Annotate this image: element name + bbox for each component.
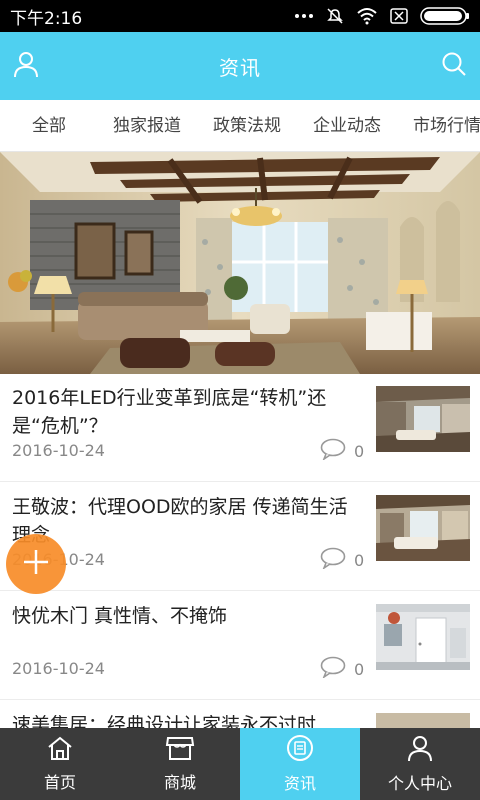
news-thumbnail	[376, 604, 470, 670]
comment-count-value: 0	[354, 441, 365, 461]
wifi-icon	[356, 7, 378, 25]
news-thumbnail	[376, 386, 470, 452]
banner-image[interactable]	[0, 152, 480, 374]
comment-count: 0	[320, 438, 364, 464]
shop-icon	[165, 735, 195, 765]
page-title: 资讯	[219, 55, 261, 80]
more-dots-icon	[294, 13, 314, 19]
add-button[interactable]	[6, 534, 66, 594]
news-item[interactable]: 王敬波：代理OOD欧的家居 传递简生活理念 2016-10-24 0	[0, 483, 480, 591]
nav-home-label: 首页	[43, 773, 76, 792]
nav-news[interactable]: 资讯	[240, 728, 360, 800]
tab-all[interactable]: 全部	[32, 100, 66, 151]
nav-profile-label: 个人中心	[387, 774, 452, 793]
comment-count: 0	[320, 547, 364, 573]
status-time: 下午2:16	[10, 8, 83, 29]
bottom-nav: 首页 商城 资讯 个人中心	[0, 728, 480, 800]
news-title: 2016年LED行业变革到底是“转机”还是“危机”？	[12, 387, 327, 437]
app-header: 资讯	[0, 32, 480, 100]
comment-icon	[320, 438, 346, 464]
battery-icon	[420, 7, 470, 25]
search-button[interactable]	[438, 50, 470, 82]
tab-market[interactable]: 市场行情	[413, 100, 480, 151]
status-bar: 下午2:16	[0, 0, 480, 32]
plus-icon	[21, 547, 51, 581]
news-icon	[286, 734, 314, 766]
tab-policy[interactable]: 政策法规	[213, 100, 281, 151]
news-title: 快优木门 真性情、不掩饰	[12, 605, 228, 627]
news-title: 王敬波：代理OOD欧的家居 传递简生活理念	[12, 496, 348, 546]
nav-profile[interactable]: 个人中心	[360, 728, 480, 800]
tab-company-news[interactable]: 企业动态	[313, 100, 381, 151]
mute-icon	[326, 7, 344, 25]
nav-shop-label: 商城	[163, 773, 196, 792]
search-icon	[441, 51, 467, 81]
nav-shop[interactable]: 商城	[120, 728, 240, 800]
news-item[interactable]: 2016年LED行业变革到底是“转机”还是“危机”？ 2016-10-24 0	[0, 374, 480, 482]
comment-count: 0	[320, 656, 364, 682]
user-icon	[12, 50, 40, 82]
sim-icon	[390, 8, 408, 24]
tab-exclusive[interactable]: 独家报道	[113, 100, 181, 151]
user-button[interactable]	[10, 50, 42, 82]
news-date: 2016-10-24	[12, 441, 105, 460]
news-thumbnail	[376, 495, 470, 561]
nav-home[interactable]: 首页	[0, 728, 120, 800]
news-date: 2016-10-24	[12, 659, 105, 678]
comment-icon	[320, 656, 346, 682]
person-icon	[406, 734, 434, 766]
category-tabs: 全部 独家报道 政策法规 企业动态 市场行情	[0, 100, 480, 152]
home-icon	[46, 735, 74, 765]
nav-news-label: 资讯	[283, 774, 316, 793]
comment-count-value: 0	[354, 659, 365, 679]
comment-icon	[320, 547, 346, 573]
comment-count-value: 0	[354, 550, 365, 570]
news-item[interactable]: 快优木门 真性情、不掩饰 2016-10-24 0	[0, 592, 480, 700]
